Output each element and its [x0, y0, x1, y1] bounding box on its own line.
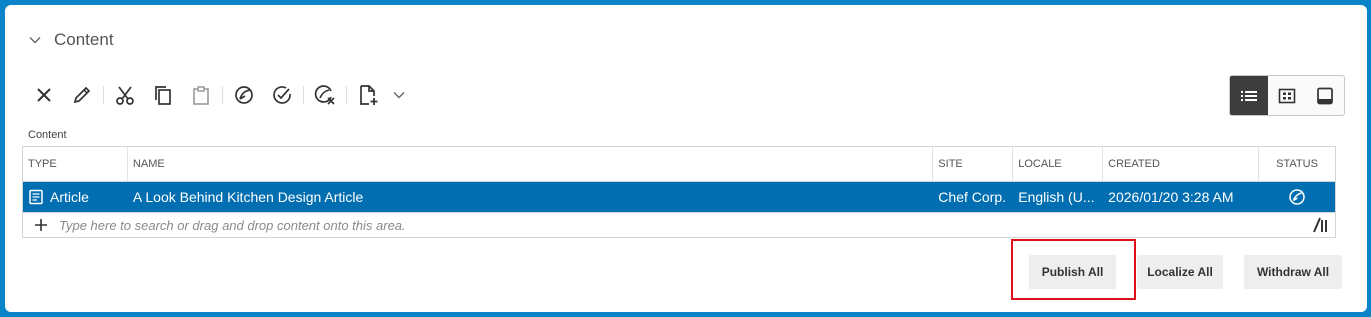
library-button[interactable] [1305, 216, 1335, 234]
published-icon [1289, 189, 1305, 205]
list-view-icon [1241, 90, 1257, 101]
library-icon [1313, 217, 1327, 233]
drop-area[interactable]: Type here to search or drag and drop con… [23, 212, 1335, 237]
section-title: Content [54, 30, 114, 49]
approve-button[interactable] [263, 80, 301, 110]
table-row[interactable]: Article A Look Behind Kitchen Design Art… [23, 182, 1335, 212]
column-header-site[interactable]: SITE [933, 147, 1014, 181]
copy-button[interactable] [144, 80, 182, 110]
add-content-button[interactable] [23, 218, 59, 232]
column-header-name[interactable]: NAME [128, 147, 934, 181]
paste-button[interactable] [182, 80, 220, 110]
column-header-type[interactable]: TYPE [23, 147, 128, 181]
cut-icon [116, 86, 134, 105]
cell-type: Article [23, 182, 128, 212]
new-document-icon [360, 85, 378, 105]
cell-type-label: Article [50, 189, 89, 205]
column-header-created[interactable]: CREATED [1103, 147, 1260, 181]
copy-icon [155, 86, 171, 105]
chevron-down-icon [28, 33, 42, 47]
edit-button[interactable] [63, 80, 101, 110]
column-header-status[interactable]: STATUS [1259, 147, 1335, 181]
cell-locale: English (U... [1018, 189, 1095, 205]
toolbar-divider [303, 86, 304, 104]
content-table: TYPE NAME SITE LOCALE CREATED STATUS Art… [22, 146, 1336, 238]
toolbar-divider [103, 86, 104, 104]
highlight-annotation [1011, 239, 1136, 300]
content-section-toggle[interactable]: Content [28, 28, 114, 52]
content-toolbar [25, 80, 411, 110]
edit-icon [73, 86, 91, 104]
article-icon [29, 189, 43, 205]
preview-view-button[interactable] [1306, 76, 1344, 115]
cell-site: Chef Corp. [938, 189, 1006, 205]
toolbar-divider [222, 86, 223, 104]
cut-button[interactable] [106, 80, 144, 110]
approve-icon [273, 86, 291, 104]
withdraw-all-button[interactable]: Withdraw All [1244, 255, 1342, 289]
column-header-locale[interactable]: LOCALE [1013, 147, 1104, 181]
new-content-button[interactable] [349, 80, 387, 110]
remove-button[interactable] [25, 80, 63, 110]
thumbnail-view-icon [1278, 88, 1296, 103]
list-caption: Content [28, 129, 67, 141]
table-header: TYPE NAME SITE LOCALE CREATED STATUS [23, 147, 1335, 182]
publish-icon [235, 86, 253, 104]
withdraw-icon [314, 85, 335, 105]
withdraw-button[interactable] [306, 80, 344, 110]
paste-icon [193, 86, 209, 105]
new-content-dropdown[interactable] [387, 80, 411, 110]
cell-name: A Look Behind Kitchen Design Article [132, 189, 364, 205]
list-view-button[interactable] [1230, 76, 1268, 115]
thumbnail-view-button[interactable] [1268, 76, 1306, 115]
toolbar-divider [346, 86, 347, 104]
localize-all-button[interactable]: Localize All [1137, 255, 1223, 289]
preview-view-icon [1317, 87, 1333, 104]
close-icon [37, 88, 51, 102]
cell-status [1259, 182, 1335, 212]
view-mode-switch [1229, 75, 1345, 116]
cell-created: 2026/01/20 3:28 AM [1108, 189, 1234, 205]
drop-area-placeholder[interactable]: Type here to search or drag and drop con… [59, 218, 1305, 233]
chevron-down-icon [393, 92, 405, 99]
plus-icon [35, 219, 47, 231]
publish-button[interactable] [225, 80, 263, 110]
